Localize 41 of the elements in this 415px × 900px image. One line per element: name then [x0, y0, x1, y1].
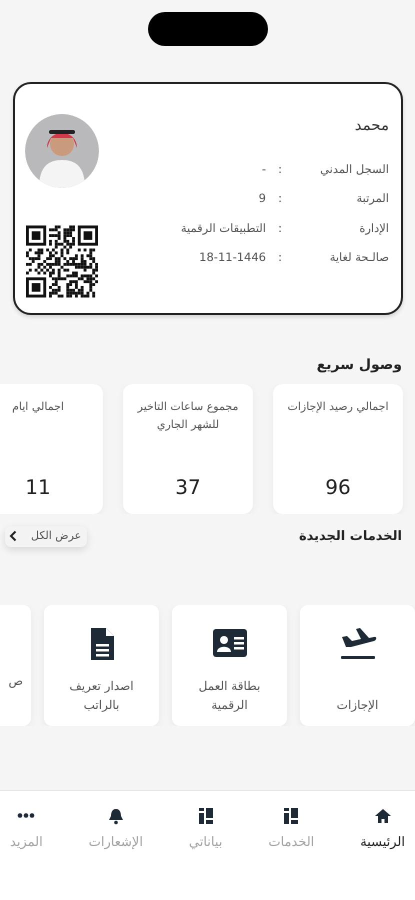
airplane-icon	[338, 626, 376, 660]
more-icon	[17, 813, 36, 818]
stat-label: اجمالي ايام	[12, 399, 64, 415]
field-label: السجل المدني	[319, 160, 389, 178]
view-all-button[interactable]: عرض الكل	[5, 526, 88, 546]
field-separator: :	[277, 160, 283, 178]
document-icon	[88, 626, 114, 660]
field-value: التطبيقات الرقمية	[180, 220, 266, 237]
field-separator: :	[277, 220, 283, 237]
service-label: الإجازات	[336, 697, 378, 714]
service-label: ص	[8, 673, 23, 690]
service-tile[interactable]: ص	[0, 604, 31, 726]
field-value: 18-11-1446	[199, 249, 266, 266]
stat-value: 96	[325, 474, 351, 501]
service-label: اصدار تعريف بالراتب	[68, 678, 135, 714]
field-label: صالـحة لغاية	[328, 249, 389, 266]
service-label: بطاقة العمل الرقمية	[198, 678, 262, 714]
service-tile[interactable]: بطاقة العمل الرقمية	[172, 604, 287, 726]
field-value: -	[262, 160, 266, 178]
id-card-icon	[212, 626, 248, 658]
bell-icon	[106, 807, 125, 825]
qr-code-icon	[26, 224, 98, 299]
field-separator: :	[277, 249, 283, 266]
nav-tab[interactable]: الرئيسية	[360, 807, 405, 900]
stat-value: 11	[25, 474, 51, 501]
field-value: 9	[258, 190, 266, 208]
service-tile[interactable]: اصدار تعريف بالراتب	[44, 604, 159, 726]
field-label: الإدارة	[358, 220, 389, 237]
field-label: المرتبة	[355, 190, 389, 208]
chevron-left-icon	[9, 530, 17, 542]
field-separator: :	[277, 190, 283, 208]
service-tile[interactable]: الإجازات	[300, 604, 415, 726]
grid-icon	[282, 807, 300, 825]
stat-label: مجموع ساعات التاخير للشهر الجاري	[136, 399, 240, 433]
employee-name: محمد	[354, 115, 389, 136]
section-title: وصول سريع	[316, 356, 402, 375]
section-title: الخدمات الجديدة	[298, 528, 402, 546]
home-icon	[374, 807, 392, 825]
grid-icon	[196, 807, 215, 825]
stat-value: 37	[175, 474, 201, 501]
stat-label: اجمالي رصيد الإجازات	[287, 399, 389, 415]
